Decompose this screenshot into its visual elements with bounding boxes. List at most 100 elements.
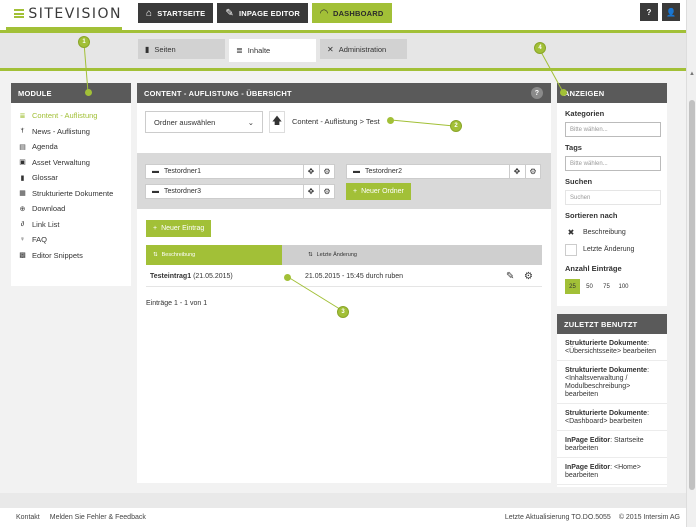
folder-item[interactable]: ▬ Testordner3 ✥ ⚙ <box>145 184 335 199</box>
folder-select[interactable]: Ordner auswählen ⌄ <box>145 111 263 133</box>
gear-icon[interactable]: ⚙ <box>524 271 533 282</box>
new-entry-button[interactable]: + Neuer Eintrag <box>146 220 212 237</box>
logo-icon <box>14 9 25 18</box>
gear-icon[interactable]: ⚙ <box>319 185 334 198</box>
gear-icon[interactable]: ⚙ <box>525 165 540 178</box>
recent-item[interactable]: Strukturierte Dokumente: <Übersichtsseit… <box>557 334 667 361</box>
breadcrumb-current: Test <box>365 117 380 126</box>
recent-item-type: Strukturierte Dokumente <box>565 367 648 374</box>
search-label: Suchen <box>565 177 593 186</box>
search-input[interactable]: Suchen <box>565 190 661 205</box>
move-icon[interactable]: ✥ <box>509 165 524 178</box>
module-item-editor-snippets[interactable]: ▩ Editor Snippets <box>11 248 131 264</box>
scrollbar-thumb[interactable] <box>689 100 695 490</box>
book-icon: ▮ <box>20 174 25 182</box>
document-icon: ▦ <box>19 190 26 198</box>
module-item-download[interactable]: ⊕ Download <box>11 201 131 217</box>
calendar-icon: ▤ <box>19 143 26 151</box>
module-item-link-list[interactable]: ∂ Link List <box>11 217 131 233</box>
entry-title-cell: Testeintrag1 (21.05.2015) <box>150 273 233 280</box>
footer-updated: Letzte Aktualisierung TO.DO.5055 <box>504 514 611 521</box>
user-button[interactable]: 👤 <box>662 3 680 21</box>
top-icons: ? 👤 <box>640 3 680 21</box>
folder-item[interactable]: ▬ Testordner2 ✥ ⚙ <box>346 164 541 179</box>
logo[interactable]: SITEVISION <box>6 0 122 30</box>
folder-bar: Ordner auswählen ⌄ 🡅 Content - Auflistun… <box>137 111 551 135</box>
breadcrumb-parent[interactable]: Content - Auflistung <box>292 117 357 126</box>
checkmark-icon: ✖ <box>567 228 575 237</box>
new-folder-button[interactable]: + Neuer Ordner <box>346 183 411 200</box>
recent-item[interactable]: Strukturierte Dokumente: <Inhaltsverwalt… <box>557 361 667 404</box>
nav-inpage-editor-button[interactable]: ✎ INPAGE EDITOR <box>217 3 309 23</box>
sort-option-label: Beschreibung <box>583 229 626 236</box>
tags-label: Tags <box>565 143 582 152</box>
sort-option-description[interactable]: ✖ Beschreibung <box>557 224 667 241</box>
nav-startseite-button[interactable]: ⌂ STARTSEITE <box>138 3 214 23</box>
module-item-asset-verwaltung[interactable]: ▣ Asset Verwaltung <box>11 155 131 171</box>
scroll-up-icon[interactable]: ▲ <box>689 71 695 77</box>
recent-item[interactable]: Strukturierte Dokumente: <Dashboard> bea… <box>557 404 667 431</box>
entry-title[interactable]: Testeintrag1 <box>150 273 191 280</box>
footer-contact-link[interactable]: Kontakt <box>16 514 40 521</box>
snippet-icon: ▩ <box>19 252 26 260</box>
tab-administration[interactable]: ✕ Administration <box>320 39 407 59</box>
column-header-changed[interactable]: ⇅ Letzte Änderung <box>282 245 357 265</box>
help-icon[interactable]: ? <box>531 87 543 99</box>
modules-title: MODULE <box>11 83 131 103</box>
pencil-icon[interactable]: ✎ <box>506 271 514 282</box>
move-icon[interactable]: ✥ <box>303 185 318 198</box>
sort-option-changed[interactable]: Letzte Änderung <box>557 241 667 258</box>
display-title: ANZEIGEN <box>557 83 667 103</box>
categories-input[interactable]: Bitte wählen... <box>565 122 661 137</box>
page-scrollbar[interactable]: ▲ <box>686 0 696 527</box>
recent-item-type: Strukturierte Dokumente <box>565 340 648 347</box>
folder-up-button[interactable]: 🡅 <box>269 111 285 133</box>
module-item-news-auflistung[interactable]: ⲯ News - Auflistung <box>11 124 131 140</box>
footer-feedback-link[interactable]: Melden Sie Fehler & Feedback <box>50 514 146 521</box>
module-label: Asset Verwaltung <box>32 157 90 167</box>
module-item-content-auflistung[interactable]: ≣ Content - Auflistung <box>11 108 131 124</box>
nav-dashboard-button[interactable]: ◠ DASHBOARD <box>312 3 392 23</box>
tab-inhalte[interactable]: ≣ Inhalte <box>229 39 316 62</box>
recent-item[interactable]: InPage Editor: <Home> bearbeiten <box>557 458 667 485</box>
gear-icon[interactable]: ⚙ <box>319 165 334 178</box>
recent-item[interactable]: InPage Editor: Startseite bearbeiten <box>557 431 667 458</box>
recent-item-type: InPage Editor <box>565 464 611 471</box>
list-icon: ≣ <box>236 46 243 55</box>
module-item-agenda[interactable]: ▤ Agenda <box>11 139 131 155</box>
module-label: Strukturierte Dokumente <box>32 188 114 198</box>
tools-icon: ✕ <box>327 44 334 54</box>
module-label: FAQ <box>32 235 48 245</box>
callout-badge-2: 2 <box>450 120 462 132</box>
column-label: Beschreibung <box>161 252 196 258</box>
list-icon: ≣ <box>19 112 26 120</box>
module-item-glossar[interactable]: ▮ Glossar <box>11 170 131 186</box>
column-header-description[interactable]: ⇅ Beschreibung <box>146 245 282 265</box>
recent-title: ZULETZT BENUTZT <box>557 314 667 334</box>
modules-list: ≣ Content - Auflistung ⲯ News - Auflistung… <box>11 103 131 263</box>
checkbox-empty-icon <box>565 243 577 256</box>
page-size-option[interactable]: 75 <box>599 279 614 294</box>
column-label: Letzte Änderung <box>316 252 357 258</box>
folder-area: ▬ Testordner1 ✥ ⚙ ▬ Testordner2 ✥ ⚙ ▬ Testo… <box>137 153 551 209</box>
module-label: Glossar <box>32 173 58 183</box>
folder-item[interactable]: ▬ Testordner1 ✥ ⚙ <box>145 164 335 179</box>
folder-icon: ▬ <box>152 168 159 175</box>
recent-panel: ZULETZT BENUTZT Strukturierte Dokumente:… <box>557 314 667 487</box>
help-button[interactable]: ? <box>640 3 658 21</box>
sub-nav-bar: ▮ Seiten ≣ Inhalte ✕ Administration <box>0 33 686 68</box>
move-icon[interactable]: ✥ <box>303 165 318 178</box>
module-label: Agenda <box>32 142 58 152</box>
module-item-faq[interactable]: ♀ FAQ <box>11 232 131 248</box>
tags-input[interactable]: Bitte wählen... <box>565 156 661 171</box>
module-item-strukturierte-dokumente[interactable]: ▦ Strukturierte Dokumente <box>11 186 131 202</box>
tab-seiten[interactable]: ▮ Seiten <box>138 39 225 59</box>
page-size-option[interactable]: 25 <box>565 279 580 294</box>
folder-select-value: Ordner auswählen <box>154 117 216 127</box>
content-header: CONTENT - AUFLISTUNG - ÜBERSICHT ? <box>137 83 551 103</box>
top-nav: ⌂ STARTSEITE ✎ INPAGE EDITOR ◠ DASHBOARD <box>138 3 392 23</box>
sort-label: Sortieren nach <box>565 211 618 220</box>
table-row[interactable]: Testeintrag1 (21.05.2015) 21.05.2015 - 1… <box>146 267 542 287</box>
page-size-option[interactable]: 100 <box>616 279 631 294</box>
page-size-option[interactable]: 50 <box>582 279 597 294</box>
